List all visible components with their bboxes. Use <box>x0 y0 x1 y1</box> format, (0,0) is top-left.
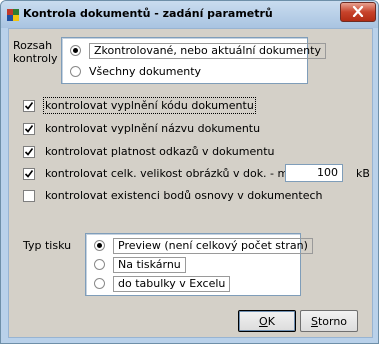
scope-label-line2: kontroly <box>13 52 58 65</box>
checkbox[interactable] <box>23 167 35 180</box>
check-icon <box>24 169 34 178</box>
radio-button[interactable] <box>70 45 81 56</box>
print-option-preview[interactable]: Preview (není celkový počet stran) <box>94 237 313 254</box>
check-label: kontrolovat platnost odkazů v dokumentu <box>45 145 275 158</box>
title-bar[interactable]: Kontrola dokumentů - zadání parametrů <box>1 1 378 28</box>
check-icon <box>24 124 34 133</box>
check-label: kontrolovat existenci bodů osnovy v doku… <box>45 189 323 202</box>
dialog-body: Rozsah kontroly Zkontrolované, nebo aktu… <box>8 28 373 338</box>
scope-option-label: Zkontrolované, nebo aktuální dokumenty <box>89 42 326 59</box>
check-links[interactable]: kontrolovat platnost odkazů v dokumentu <box>23 143 275 160</box>
radio-button[interactable] <box>94 259 105 270</box>
check-label: kontrolovat vyplnění kódu dokumentu <box>43 97 256 114</box>
check-label: kontrolovat vyplnění názvu dokumentu <box>45 122 261 135</box>
checkbox[interactable] <box>23 99 35 112</box>
scope-option-all-docs[interactable]: Všechny dokumenty <box>70 63 201 80</box>
size-unit-label: kB <box>356 167 370 180</box>
dialog-window: Kontrola dokumentů - zadání parametrů Ro… <box>0 0 379 344</box>
print-option-label: Na tiskárnu <box>113 256 186 273</box>
radio-button[interactable] <box>70 66 81 77</box>
cancel-button[interactable]: Storno <box>300 310 358 332</box>
app-icon <box>6 7 20 21</box>
checkbox[interactable] <box>23 122 35 135</box>
scope-label: Rozsah <box>13 39 53 52</box>
scope-option-checked-docs[interactable]: Zkontrolované, nebo aktuální dokumenty <box>70 42 326 59</box>
cancel-label: torno <box>317 314 348 328</box>
print-option-label: do tabulky v Excelu <box>113 275 231 292</box>
ok-mnemonic: O <box>259 314 268 328</box>
checkbox[interactable] <box>23 145 35 158</box>
scope-radio-group: Zkontrolované, nebo aktuální dokumenty V… <box>61 37 326 84</box>
print-option-excel[interactable]: do tabulky v Excelu <box>94 275 231 292</box>
check-label: kontrolovat celk. velikost obrázků v dok… <box>45 167 301 180</box>
checkbox[interactable] <box>23 189 35 202</box>
size-limit-input[interactable]: 100 <box>285 164 343 182</box>
print-option-label: Preview (není celkový počet stran) <box>113 237 313 254</box>
ok-button[interactable]: OK <box>238 310 296 332</box>
print-radio-group: Preview (není celkový počet stran) Na ti… <box>85 233 313 296</box>
close-button[interactable] <box>340 2 376 22</box>
radio-button[interactable] <box>94 240 105 251</box>
check-doc-name[interactable]: kontrolovat vyplnění názvu dokumentu <box>23 120 260 137</box>
print-option-printer[interactable]: Na tiskárnu <box>94 256 186 273</box>
scope-option-label: Všechny dokumenty <box>89 65 202 78</box>
check-image-size[interactable]: kontrolovat celk. velikost obrázků v dok… <box>23 165 301 182</box>
window-title: Kontrola dokumentů - zadání parametrů <box>23 7 273 20</box>
check-icon <box>24 101 34 110</box>
print-type-label: Typ tisku <box>23 239 72 252</box>
close-icon <box>352 6 364 17</box>
check-outline-points[interactable]: kontrolovat existenci bodů osnovy v doku… <box>23 187 323 204</box>
cancel-mnemonic: S <box>310 314 318 328</box>
ok-label: K <box>267 314 275 328</box>
check-icon <box>24 147 34 156</box>
check-doc-code[interactable]: kontrolovat vyplnění kódu dokumentu <box>23 97 256 114</box>
radio-button[interactable] <box>94 278 105 289</box>
